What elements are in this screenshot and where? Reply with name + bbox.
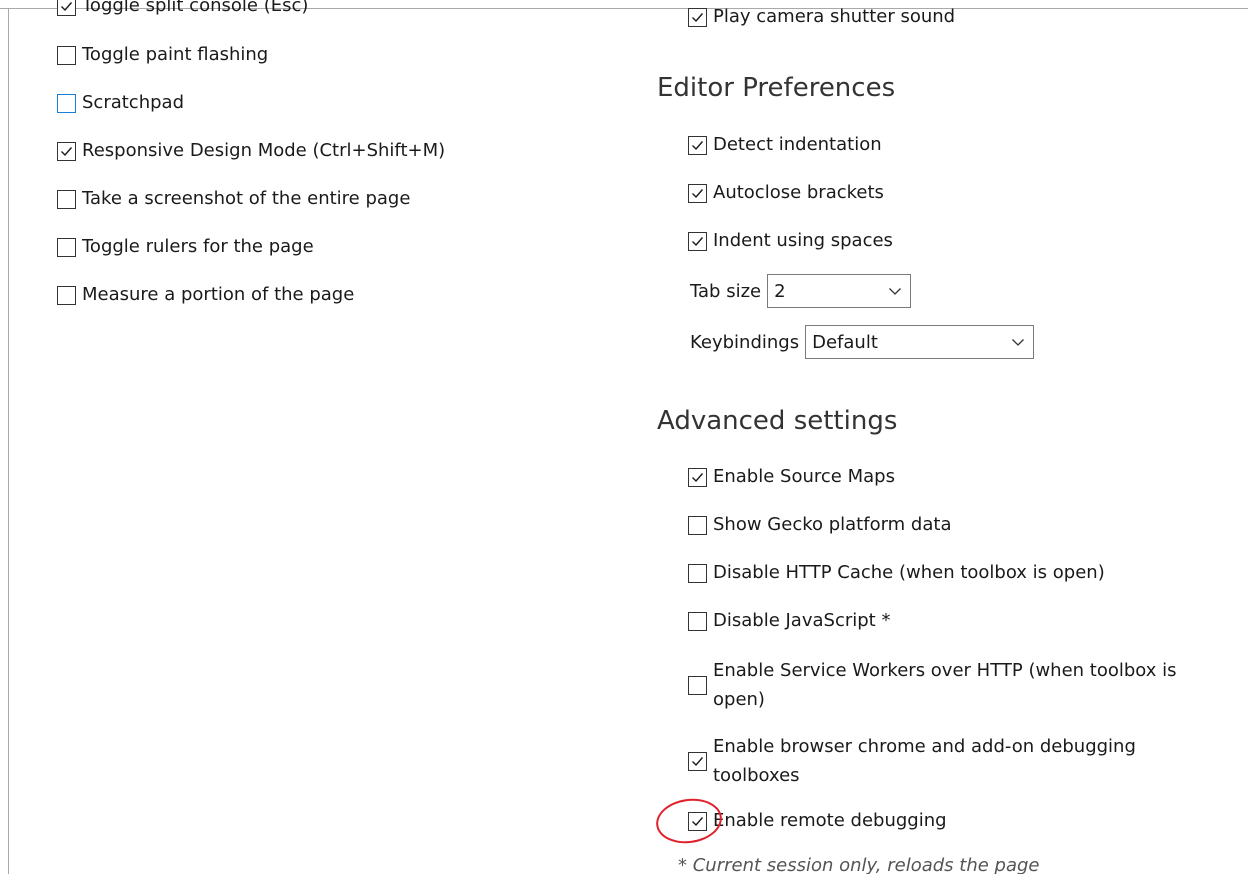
keybindings-label: Keybindings <box>690 331 800 353</box>
option-disable-javascript[interactable]: Disable JavaScript * <box>688 609 890 633</box>
checkbox[interactable] <box>688 467 707 487</box>
option-disable-http-cache[interactable]: Disable HTTP Cache (when toolbox is open… <box>688 561 1105 585</box>
checkmark-icon <box>692 816 704 826</box>
checkbox[interactable] <box>57 189 76 209</box>
option-label: Show Gecko platform data <box>713 514 952 535</box>
option-label: Measure a portion of the page <box>82 284 355 305</box>
option-enable-source-maps[interactable]: Enable Source Maps <box>688 465 895 489</box>
checkmark-icon <box>692 472 704 482</box>
option-scratchpad[interactable]: Scratchpad <box>57 91 184 115</box>
checkbox[interactable] <box>688 135 707 155</box>
advanced-settings-heading: Advanced settings <box>657 406 898 436</box>
checkbox[interactable] <box>688 811 707 831</box>
checkmark-icon <box>61 146 73 156</box>
checkbox[interactable] <box>57 285 76 305</box>
checkbox[interactable] <box>688 675 707 695</box>
option-label: Enable Service Workers over HTTP (when t… <box>713 660 1177 710</box>
checkbox[interactable] <box>688 183 707 203</box>
keybindings-select[interactable]: Default <box>805 325 1035 359</box>
option-label: Take a screenshot of the entire page <box>82 188 411 209</box>
checkbox[interactable] <box>57 141 76 161</box>
checkmark-icon <box>692 12 704 22</box>
checkmark-icon <box>692 140 704 150</box>
checkmark-icon <box>692 756 704 766</box>
chevron-down-icon <box>889 288 902 295</box>
checkbox[interactable] <box>688 563 707 583</box>
option-label: Toggle paint flashing <box>82 44 269 65</box>
checkmark-icon <box>692 236 704 246</box>
tab-size-value: 2 <box>774 280 786 302</box>
editor-preferences-heading: Editor Preferences <box>657 73 896 103</box>
option-label: Enable browser chrome and add-on debuggi… <box>713 736 1136 786</box>
option-detect-indentation[interactable]: Detect indentation <box>688 133 882 157</box>
option-label: Enable remote debugging <box>713 810 947 831</box>
checkbox[interactable] <box>688 7 707 27</box>
option-screenshot-entire-page[interactable]: Take a screenshot of the entire page <box>57 187 410 211</box>
option-service-workers-http[interactable]: Enable Service Workers over HTTP (when t… <box>688 656 1203 714</box>
option-toggle-rulers[interactable]: Toggle rulers for the page <box>57 235 314 259</box>
option-label: Disable HTTP Cache (when toolbox is open… <box>713 562 1105 583</box>
option-autoclose-brackets[interactable]: Autoclose brackets <box>688 181 884 205</box>
option-label: Toggle split console (Esc) <box>82 0 309 16</box>
option-camera-shutter-sound[interactable]: Play camera shutter sound <box>688 5 955 29</box>
checkbox[interactable] <box>57 93 76 113</box>
chevron-down-icon <box>1012 339 1025 346</box>
checkbox[interactable] <box>688 515 707 535</box>
option-indent-using-spaces[interactable]: Indent using spaces <box>688 229 893 253</box>
option-label: Toggle rulers for the page <box>82 236 314 257</box>
option-label: Enable Source Maps <box>713 466 895 487</box>
option-enable-remote-debugging[interactable]: Enable remote debugging <box>688 809 947 833</box>
checkbox[interactable] <box>688 611 707 631</box>
tab-size-select[interactable]: 2 <box>767 274 912 308</box>
session-only-footnote: * Current session only, reloads the page <box>678 855 1040 874</box>
option-measure-portion[interactable]: Measure a portion of the page <box>57 283 354 307</box>
checkbox[interactable] <box>57 0 76 16</box>
option-browser-chrome-debugging[interactable]: Enable browser chrome and add-on debuggi… <box>688 732 1203 790</box>
checkbox[interactable] <box>57 237 76 257</box>
devtools-settings-panel: Toggle split console (Esc) Toggle paint … <box>0 0 1248 874</box>
option-label: Indent using spaces <box>713 230 893 251</box>
checkmark-icon <box>61 1 73 11</box>
option-label: Responsive Design Mode (Ctrl+Shift+M) <box>82 140 446 161</box>
option-label: Autoclose brackets <box>713 182 884 203</box>
option-label: Play camera shutter sound <box>713 6 956 27</box>
option-label: Disable JavaScript * <box>713 610 891 631</box>
checkbox[interactable] <box>688 231 707 251</box>
checkbox[interactable] <box>688 751 707 771</box>
option-toggle-paint-flashing[interactable]: Toggle paint flashing <box>57 43 268 67</box>
keybindings-field: Keybindings Default <box>690 325 1035 359</box>
option-label: Scratchpad <box>82 92 184 113</box>
option-show-gecko-platform-data[interactable]: Show Gecko platform data <box>688 513 951 537</box>
option-toggle-split-console[interactable]: Toggle split console (Esc) <box>57 0 308 18</box>
option-responsive-design-mode[interactable]: Responsive Design Mode (Ctrl+Shift+M) <box>57 139 445 163</box>
keybindings-value: Default <box>812 331 878 353</box>
option-label: Detect indentation <box>713 134 882 155</box>
tab-size-field: Tab size 2 <box>690 274 912 308</box>
checkmark-icon <box>692 188 704 198</box>
left-border <box>8 8 9 874</box>
tab-size-label: Tab size <box>690 280 762 302</box>
checkbox[interactable] <box>57 45 76 65</box>
